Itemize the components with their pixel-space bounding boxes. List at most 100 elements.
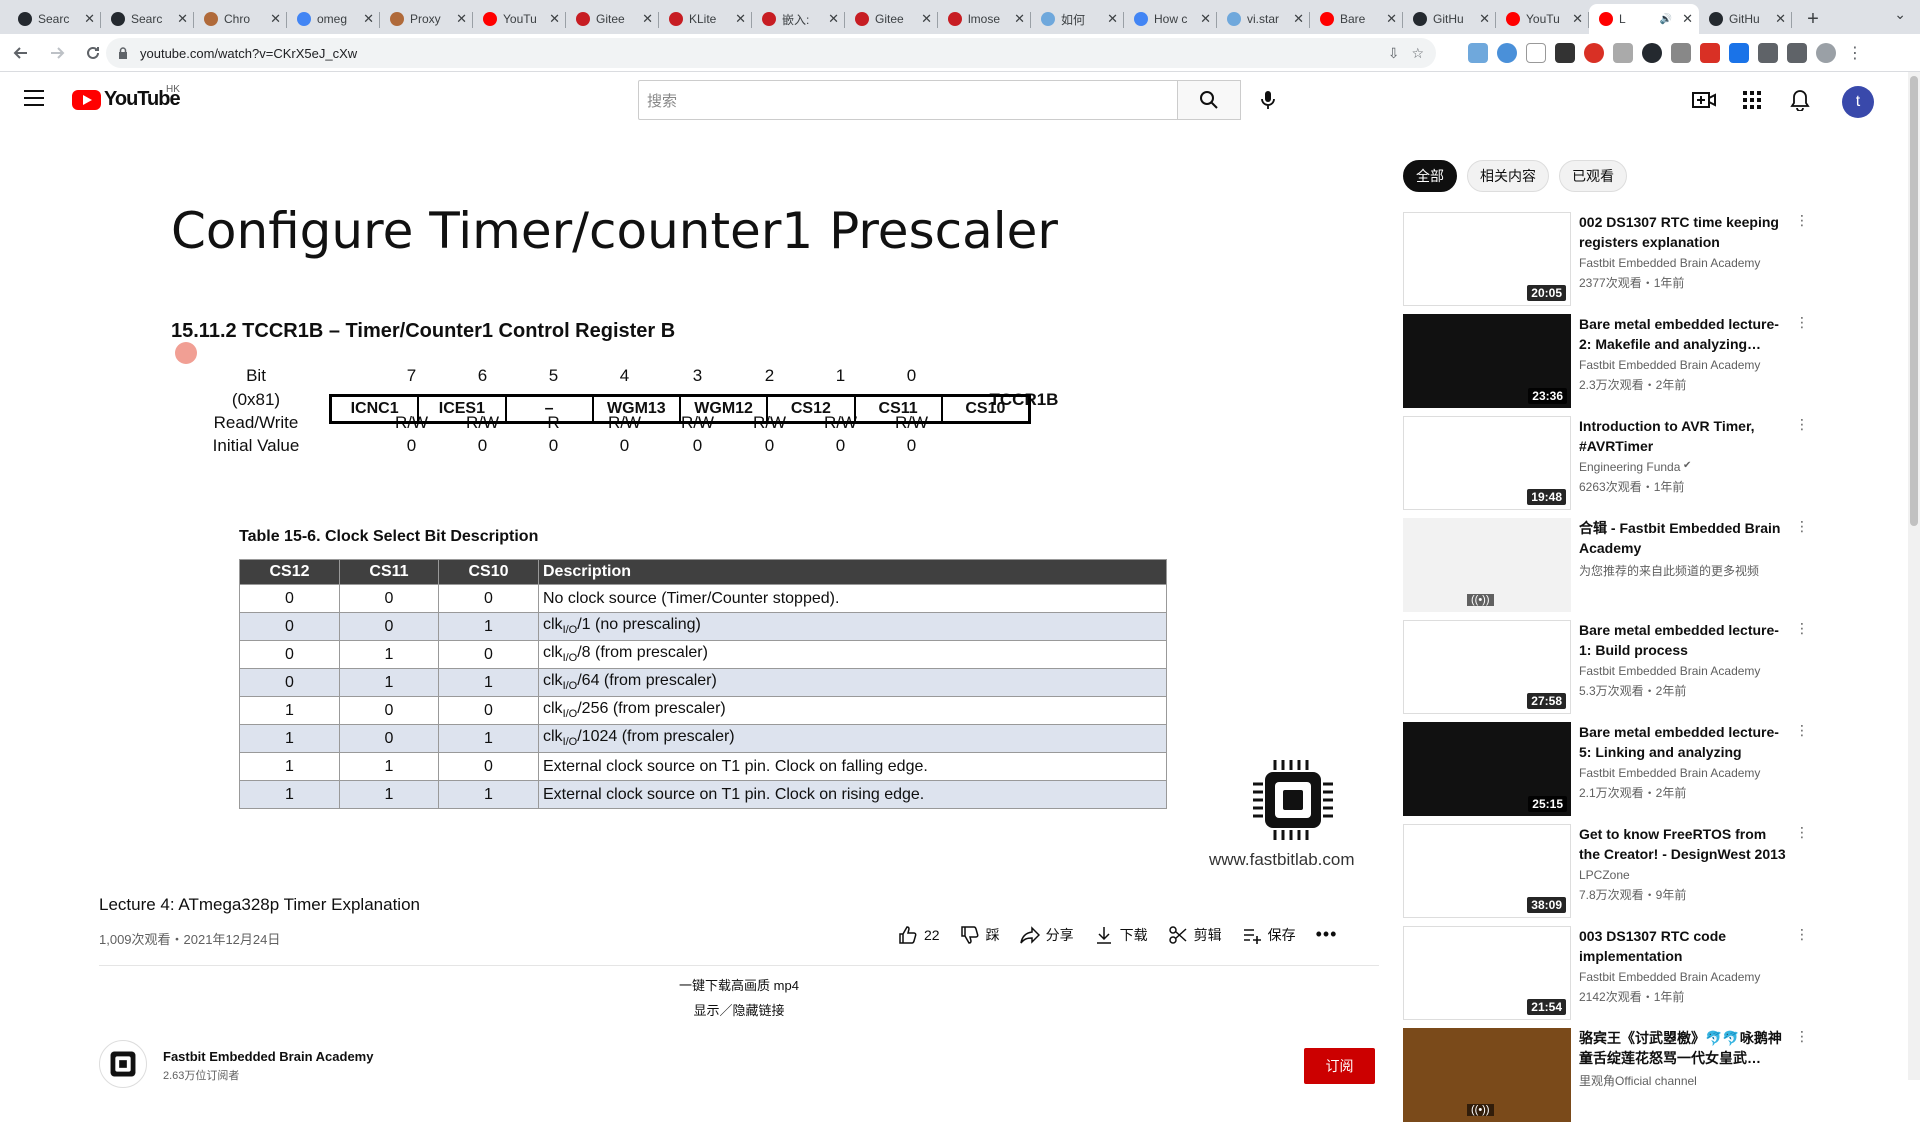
browser-tab[interactable]: Gitee ✕ [845, 4, 938, 34]
browser-tab[interactable]: L 🔊 ✕ [1589, 4, 1699, 34]
more-vertical-icon[interactable]: ⋮ [1795, 824, 1809, 841]
channel-name[interactable]: LPCZone [1579, 868, 1630, 882]
browser-tab[interactable]: GitHu ✕ [1403, 4, 1496, 34]
recommended-video[interactable]: 38:09 Get to know FreeRTOS from the Creat… [1403, 824, 1893, 920]
extension-icon[interactable] [1700, 43, 1720, 63]
tab-close-icon[interactable]: ✕ [1682, 11, 1693, 27]
extension-icon[interactable] [1555, 43, 1575, 63]
video-title[interactable]: Bare metal embedded lecture-2: Makefile … [1579, 314, 1789, 354]
extension-icon[interactable] [1671, 43, 1691, 63]
video-thumbnail[interactable]: ((•)) [1403, 518, 1571, 612]
tab-close-icon[interactable]: ✕ [828, 11, 839, 27]
more-actions-button[interactable]: ••• [1316, 924, 1338, 945]
browser-tab[interactable]: Searc ✕ [101, 4, 194, 34]
page-scrollbar[interactable] [1908, 72, 1920, 1080]
browser-tab[interactable]: Chro ✕ [194, 4, 287, 34]
youtube-logo[interactable]: YouTube [72, 88, 181, 111]
browser-tab[interactable]: omeg ✕ [287, 4, 380, 34]
tab-close-icon[interactable]: ✕ [270, 11, 281, 27]
tab-close-icon[interactable]: ✕ [1572, 11, 1583, 27]
search-input[interactable]: 搜索 [638, 80, 1178, 120]
browser-tab[interactable]: Searc ✕ [8, 4, 101, 34]
browser-tab[interactable]: Proxy ✕ [380, 4, 473, 34]
tab-close-icon[interactable]: ✕ [642, 11, 653, 27]
filter-chip[interactable]: 相关内容 [1467, 160, 1549, 192]
toggle-links-link[interactable]: 显示／隐藏链接 [99, 1000, 1379, 1019]
tab-close-icon[interactable]: ✕ [456, 11, 467, 27]
recommended-video[interactable]: 19:48 Introduction to AVR Timer, #AVRTime… [1403, 416, 1893, 512]
channel-name[interactable]: Engineering Funda [1579, 460, 1680, 474]
subscribe-button[interactable]: 订阅 [1304, 1048, 1375, 1084]
channel-name[interactable]: 为您推荐的来自此频道的更多视频 [1579, 562, 1759, 579]
reading-list-icon[interactable] [1787, 43, 1807, 63]
channel-avatar[interactable] [99, 1040, 147, 1088]
video-title[interactable]: 003 DS1307 RTC code implementation [1579, 926, 1789, 966]
download-hd-link[interactable]: 一键下载高画质 mp4 [99, 975, 1379, 994]
recommended-video[interactable]: 27:58 Bare metal embedded lecture-1: Buil… [1403, 620, 1893, 716]
browser-tab[interactable]: YouTu ✕ [473, 4, 566, 34]
forward-button[interactable] [42, 38, 72, 68]
github-icon[interactable] [1642, 43, 1662, 63]
browser-tab[interactable]: vi.star ✕ [1217, 4, 1310, 34]
video-thumbnail[interactable]: 19:48 [1403, 416, 1571, 510]
video-title[interactable]: Introduction to AVR Timer, #AVRTimer [1579, 416, 1789, 456]
browser-tab[interactable]: Bare ✕ [1310, 4, 1403, 34]
video-title[interactable]: Bare metal embedded lecture-1: Build pro… [1579, 620, 1789, 660]
video-thumbnail[interactable]: 25:15 [1403, 722, 1571, 816]
tab-close-icon[interactable]: ✕ [1200, 11, 1211, 27]
more-vertical-icon[interactable]: ⋮ [1795, 926, 1809, 943]
recommended-video[interactable]: 21:54 003 DS1307 RTC code implementation F… [1403, 926, 1893, 1022]
video-title[interactable]: 002 DS1307 RTC time keeping registers ex… [1579, 212, 1789, 252]
recommended-video[interactable]: ((•)) 骆宾王《讨武曌檄》🐬🐬咏鹅神童舌绽莲花怒骂一代女皇武… 里观角Offic… [1403, 1028, 1893, 1124]
more-vertical-icon[interactable]: ⋮ [1795, 620, 1809, 637]
voice-search-button[interactable] [1250, 82, 1286, 118]
tab-close-icon[interactable]: ✕ [84, 11, 95, 27]
more-vertical-icon[interactable]: ⋮ [1795, 722, 1809, 739]
recommended-video[interactable]: ((•)) 合辑 - Fastbit Embedded Brain Academy… [1403, 518, 1893, 614]
install-app-icon[interactable]: ⇩ [1388, 45, 1400, 62]
browser-tab[interactable]: Gitee ✕ [566, 4, 659, 34]
tab-close-icon[interactable]: ✕ [177, 11, 188, 27]
browser-tab[interactable]: How c ✕ [1124, 4, 1217, 34]
video-thumbnail[interactable]: ((•)) [1403, 1028, 1571, 1122]
tab-search-chevron-icon[interactable]: ⌄ [1894, 6, 1906, 23]
channel-name[interactable]: Fastbit Embedded Brain Academy [1579, 766, 1760, 780]
video-title[interactable]: 骆宾王《讨武曌檄》🐬🐬咏鹅神童舌绽莲花怒骂一代女皇武… [1579, 1028, 1789, 1068]
extension-icon[interactable] [1526, 43, 1546, 63]
profile-icon[interactable] [1816, 43, 1836, 63]
new-tab-button[interactable]: + [1798, 4, 1828, 34]
extension-icon[interactable] [1584, 43, 1604, 63]
video-thumbnail[interactable]: 27:58 [1403, 620, 1571, 714]
channel-name[interactable]: Fastbit Embedded Brain Academy [1579, 358, 1760, 372]
more-vertical-icon[interactable]: ⋮ [1795, 518, 1809, 535]
channel-name[interactable]: Fastbit Embedded Brain Academy [1579, 970, 1760, 984]
download-button[interactable]: 下载 [1094, 925, 1148, 945]
browser-tab[interactable]: GitHu ✕ [1699, 4, 1792, 34]
tab-close-icon[interactable]: ✕ [1014, 11, 1025, 27]
browser-tab[interactable]: 嵌入: ✕ [752, 4, 845, 34]
more-vertical-icon[interactable]: ⋮ [1795, 314, 1809, 331]
more-vertical-icon[interactable]: ⋮ [1795, 416, 1809, 433]
tab-audio-icon[interactable]: 🔊 [1660, 14, 1672, 25]
dislike-button[interactable]: 踩 [960, 925, 1000, 945]
extension-icon[interactable] [1468, 43, 1488, 63]
notifications-button[interactable] [1786, 86, 1814, 114]
browser-tab[interactable]: KLite ✕ [659, 4, 752, 34]
recommended-video[interactable]: 23:36 Bare metal embedded lecture-2: Make… [1403, 314, 1893, 410]
recommended-video[interactable]: 25:15 Bare metal embedded lecture-5: Link… [1403, 722, 1893, 818]
video-thumbnail[interactable]: 38:09 [1403, 824, 1571, 918]
like-button[interactable]: 22 [898, 925, 940, 945]
video-thumbnail[interactable]: 20:05 [1403, 212, 1571, 306]
tab-close-icon[interactable]: ✕ [1479, 11, 1490, 27]
create-video-button[interactable] [1690, 86, 1718, 114]
tab-close-icon[interactable]: ✕ [1293, 11, 1304, 27]
puzzle-extensions-icon[interactable] [1758, 43, 1778, 63]
browser-tab[interactable]: 如何 ✕ [1031, 4, 1124, 34]
tab-close-icon[interactable]: ✕ [363, 11, 374, 27]
extension-icon[interactable] [1729, 43, 1749, 63]
apps-grid-button[interactable] [1738, 86, 1766, 114]
channel-name[interactable]: 里观角Official channel [1579, 1072, 1697, 1089]
video-title[interactable]: 合辑 - Fastbit Embedded Brain Academy [1579, 518, 1789, 558]
video-thumbnail[interactable]: 23:36 [1403, 314, 1571, 408]
tab-close-icon[interactable]: ✕ [1386, 11, 1397, 27]
